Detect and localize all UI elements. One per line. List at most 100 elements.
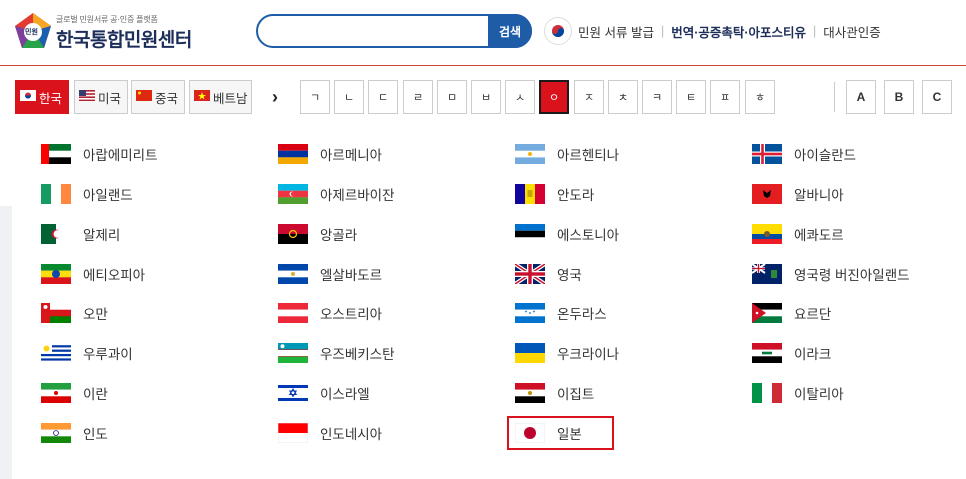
country-item[interactable]: 이탈리아 (752, 379, 844, 407)
jordan-flag-icon (752, 303, 782, 323)
country-item[interactable]: 아랍에미리트 (41, 140, 158, 168)
filter-key[interactable]: ㅌ (676, 80, 706, 114)
country-item[interactable]: 에티오피아 (41, 260, 145, 288)
nav-translation-notary[interactable]: 번역·공증촉탁·아포스티유 (671, 22, 806, 41)
filter-key-latin[interactable]: A (846, 80, 876, 114)
site-header: 민원 글로벌 민원서류 공·인증 플랫폼 한국통합민원센터 검색 민원 서류 발… (0, 0, 966, 66)
country-name: 아일랜드 (83, 188, 133, 203)
country-name: 아르헨티나 (557, 148, 620, 163)
filter-key[interactable]: ㅎ (745, 80, 775, 114)
country-item[interactable]: 오스트리아 (278, 299, 382, 327)
lang-tab-english[interactable]: 미국 (74, 80, 128, 114)
filter-key[interactable]: ㅂ (471, 80, 501, 114)
vietnam-flag-icon (194, 90, 210, 104)
country-item[interactable]: 아르헨티나 (515, 140, 619, 168)
country-name: 오스트리아 (320, 307, 383, 322)
country-name: 영국 (557, 268, 582, 283)
korea-flag-icon[interactable] (544, 17, 572, 45)
lang-tab-vietnamese[interactable]: 베트남 (189, 80, 252, 114)
country-item[interactable]: 우크라이나 (515, 339, 619, 367)
country-item[interactable]: 아일랜드 (41, 180, 133, 208)
country-name: 이스라엘 (320, 387, 370, 402)
ukraine-flag-icon (515, 343, 545, 363)
country-item[interactable]: 엘살바도르 (278, 260, 382, 288)
filter-key[interactable]: ㄱ (300, 80, 330, 114)
filter-key[interactable]: ㄹ (403, 80, 433, 114)
filter-divider (834, 82, 835, 112)
country-name: 알제리 (83, 228, 121, 243)
filter-key[interactable]: ㅅ (505, 80, 535, 114)
country-name: 아르메니아 (320, 148, 383, 163)
country-item[interactable]: 인도네시아 (278, 419, 382, 447)
india-flag-icon (41, 423, 71, 443)
korea-flag-icon (20, 90, 36, 104)
filter-key[interactable]: ㅋ (642, 80, 672, 114)
nav-issue-documents[interactable]: 민원 서류 발급 (578, 22, 654, 41)
country-name: 우즈베키스탄 (320, 347, 395, 362)
country-item[interactable]: 인도 (41, 419, 108, 447)
nav-embassy-certification[interactable]: 대사관인증 (823, 22, 881, 41)
country-item[interactable]: 온두라스 (515, 299, 607, 327)
country-item[interactable]: 오만 (41, 299, 108, 327)
country-name: 영국령 버진아일랜드 (794, 268, 910, 283)
country-item[interactable]: 아이슬란드 (752, 140, 856, 168)
country-name: 에스토니아 (557, 228, 620, 243)
italy-flag-icon (752, 383, 782, 403)
country-item[interactable]: 이스라엘 (278, 379, 370, 407)
country-item[interactable]: 알바니아 (752, 180, 844, 208)
lang-tab-korean[interactable]: 한국 (15, 80, 69, 114)
iraq-flag-icon (752, 343, 782, 363)
country-item[interactable]: 아르메니아 (278, 140, 382, 168)
lang-tab-label: 한국 (39, 91, 63, 106)
filter-key[interactable]: ㅁ (437, 80, 467, 114)
uzbekistan-flag-icon (278, 343, 308, 363)
angola-flag-icon (278, 224, 308, 244)
azerbaijan-flag-icon (278, 184, 308, 204)
country-name: 일본 (557, 427, 582, 442)
filter-key[interactable]: ㅇ (539, 80, 569, 114)
filter-key[interactable]: ㄷ (368, 80, 398, 114)
country-item[interactable]: 에스토니아 (515, 220, 619, 248)
lang-tab-chinese[interactable]: 중국 (131, 80, 185, 114)
country-name: 인도 (83, 427, 108, 442)
country-item[interactable]: 에콰도르 (752, 220, 844, 248)
country-item[interactable]: 영국령 버진아일랜드 (752, 260, 910, 288)
country-name: 요르단 (794, 307, 832, 322)
uk-flag-icon (515, 264, 545, 284)
andorra-flag-icon (515, 184, 545, 204)
country-item[interactable]: 앙골라 (278, 220, 357, 248)
filter-key[interactable]: ㅍ (710, 80, 740, 114)
albania-flag-icon (752, 184, 782, 204)
filter-key-latin[interactable]: C (922, 80, 952, 114)
logo-title: 한국통합민원센터 (56, 30, 192, 51)
country-item[interactable]: 일본 (507, 416, 614, 450)
logo-tagline: 글로벌 민원서류 공·인증 플랫폼 (56, 15, 158, 24)
country-filter-bar: 한국 미국 중국 베트남 › ㄱㄴㄷㄹㅁㅂㅅㅇㅈㅊㅋㅌㅍㅎ ABC (0, 80, 966, 114)
country-item[interactable]: 안도라 (515, 180, 594, 208)
country-item[interactable]: 영국 (515, 260, 582, 288)
country-item[interactable]: 이집트 (515, 379, 594, 407)
el-salvador-flag-icon (278, 264, 308, 284)
country-name: 알바니아 (794, 188, 844, 203)
country-name: 온두라스 (557, 307, 607, 322)
country-item[interactable]: 우루과이 (41, 339, 133, 367)
japan-flag-icon (515, 423, 545, 443)
country-item[interactable]: 이란 (41, 379, 108, 407)
chevron-right-icon[interactable]: › (272, 87, 278, 108)
filter-key[interactable]: ㅊ (608, 80, 638, 114)
country-item[interactable]: 이라크 (752, 339, 831, 367)
nav-separator: | (813, 24, 817, 38)
country-item[interactable]: 알제리 (41, 220, 120, 248)
country-item[interactable]: 우즈베키스탄 (278, 339, 395, 367)
filter-key[interactable]: ㄴ (334, 80, 364, 114)
country-name: 우크라이나 (557, 347, 620, 362)
country-item[interactable]: 아제르바이잔 (278, 180, 395, 208)
iceland-flag-icon (752, 144, 782, 164)
logo-badge: 민원 (25, 29, 38, 36)
site-logo[interactable]: 민원 글로벌 민원서류 공·인증 플랫폼 한국통합민원센터 (14, 12, 204, 52)
filter-key-latin[interactable]: B (884, 80, 914, 114)
country-item[interactable]: 요르단 (752, 299, 831, 327)
uae-flag-icon (41, 144, 71, 164)
filter-key[interactable]: ㅈ (574, 80, 604, 114)
search-button[interactable]: 검색 (488, 14, 532, 48)
